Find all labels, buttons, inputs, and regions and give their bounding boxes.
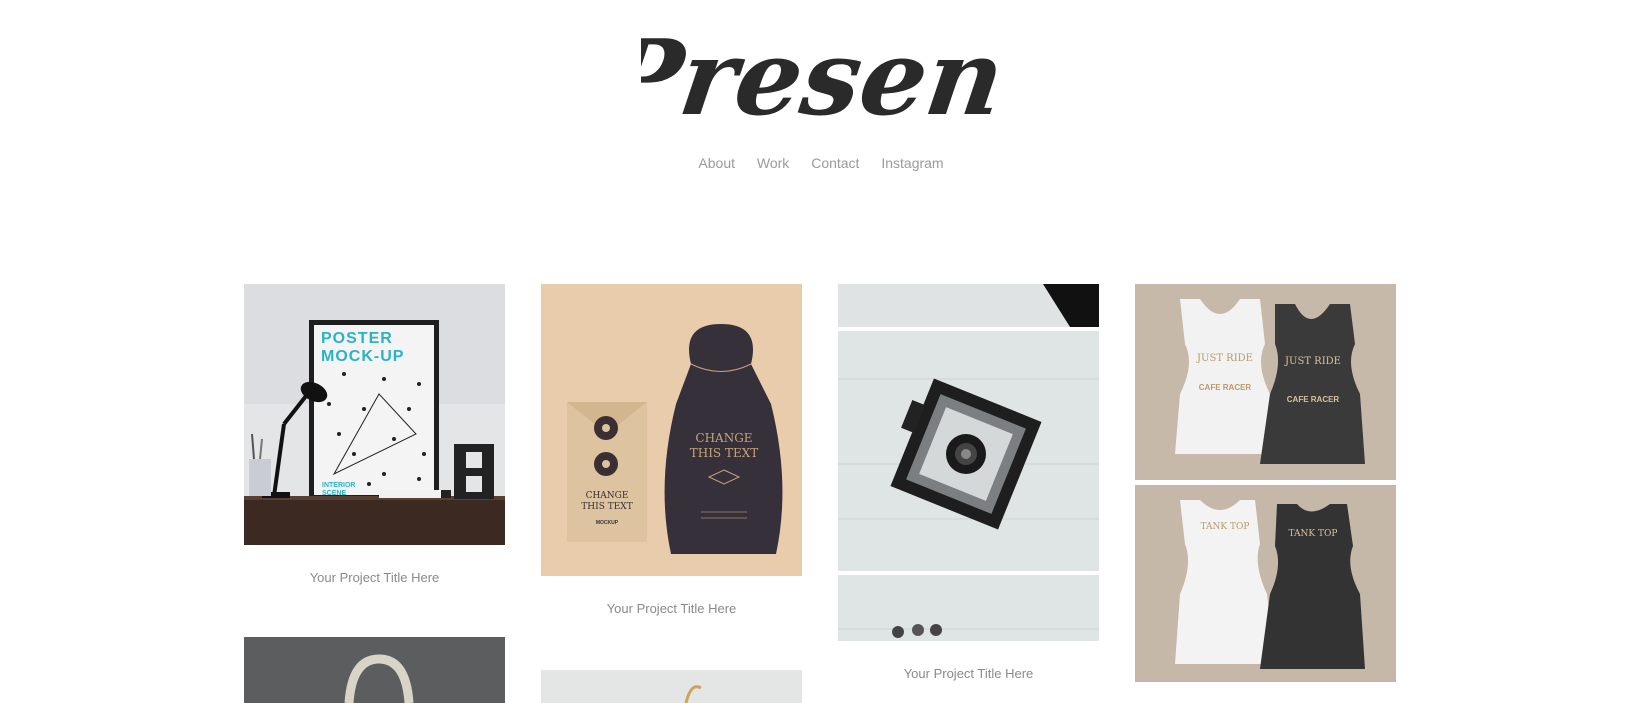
svg-text:MOCK-UP: MOCK-UP: [321, 348, 404, 365]
nav-item-work[interactable]: Work: [757, 155, 789, 171]
project-title[interactable]: Your Project Title Here: [244, 570, 505, 585]
project-title[interactable]: Your Project Title Here: [838, 666, 1099, 681]
project-card[interactable]: POSTER MOCK-UP INTERIOR SCENE Your Proje…: [244, 284, 505, 594]
project-card[interactable]: [541, 670, 802, 703]
project-card[interactable]: CHANGE THIS TEXT MOCKUP CHANGE THIS TEXT…: [541, 284, 802, 624]
svg-text:INTERIOR: INTERIOR: [322, 482, 355, 489]
tank-top-mockup-image[interactable]: JUST RIDE CAFE RACER JUST RIDE CAFE RACE…: [1135, 284, 1396, 682]
svg-text:CAFE RACER: CAFE RACER: [1199, 383, 1252, 392]
svg-text:THIS TEXT: THIS TEXT: [581, 502, 632, 512]
project-image[interactable]: [541, 670, 802, 703]
portfolio-page: Present About Work Contact Instagram POS…: [0, 0, 1642, 703]
svg-text:CHANGE: CHANGE: [586, 491, 629, 501]
nav-item-about[interactable]: About: [698, 155, 735, 171]
svg-text:SCENE: SCENE: [322, 490, 346, 497]
project-card[interactable]: JUST RIDE CAFE RACER JUST RIDE CAFE RACE…: [1135, 284, 1396, 682]
main-nav: About Work Contact Instagram: [0, 155, 1642, 171]
svg-text:CAFE RACER: CAFE RACER: [1287, 395, 1340, 404]
tote-bag-image[interactable]: [244, 637, 505, 703]
svg-text:JUST RIDE: JUST RIDE: [1196, 353, 1253, 364]
logo-text: Present: [641, 22, 1001, 139]
project-card[interactable]: [244, 637, 505, 703]
svg-text:CHANGE: CHANGE: [695, 431, 752, 445]
bag-mockup-image[interactable]: CHANGE THIS TEXT MOCKUP CHANGE THIS TEXT: [541, 284, 802, 576]
nav-item-instagram[interactable]: Instagram: [881, 155, 943, 171]
svg-text:MOCKUP: MOCKUP: [596, 520, 619, 526]
svg-text:POSTER: POSTER: [321, 330, 393, 347]
svg-text:THIS TEXT: THIS TEXT: [690, 446, 759, 460]
site-logo[interactable]: Present: [0, 22, 1642, 140]
project-title[interactable]: Your Project Title Here: [541, 601, 802, 616]
svg-text:TANK TOP: TANK TOP: [1201, 522, 1250, 532]
svg-text:JUST RIDE: JUST RIDE: [1284, 356, 1341, 367]
poster-mockup-image[interactable]: POSTER MOCK-UP INTERIOR SCENE: [244, 284, 505, 545]
svg-text:TANK TOP: TANK TOP: [1289, 529, 1338, 539]
project-card[interactable]: Your Project Title Here: [838, 284, 1099, 684]
vintage-camera-image[interactable]: [838, 284, 1099, 641]
nav-item-contact[interactable]: Contact: [811, 155, 859, 171]
